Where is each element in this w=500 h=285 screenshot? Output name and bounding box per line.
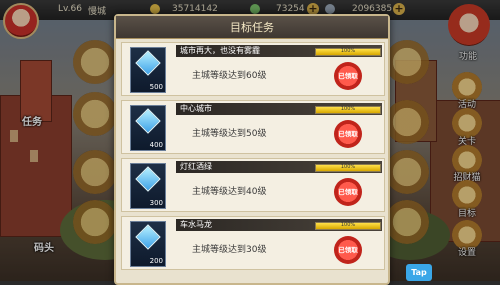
- claimed-button[interactable]: 已领取: [334, 120, 362, 148]
- reward-box: 300: [130, 163, 166, 209]
- dialog-title: 目标任务: [230, 21, 274, 34]
- task-row: 500 城市再大，也没有雾霾 100% 主城等级达到60级 已领取: [121, 42, 385, 96]
- task-name: 城市再大，也没有雾霾: [180, 46, 260, 55]
- task-header: 中心城市 100%: [176, 103, 382, 115]
- reward-count: 300: [149, 199, 163, 207]
- reward-box: 200: [130, 221, 166, 267]
- progress-text: 100%: [340, 164, 356, 170]
- reward-box: 500: [130, 47, 166, 93]
- task-description: 主城等级达到40级: [192, 187, 267, 197]
- diamond-reward-icon: [135, 166, 161, 192]
- task-header: 城市再大，也没有雾霾 100%: [176, 45, 382, 57]
- task-name: 车水马龙: [180, 220, 212, 229]
- claimed-button[interactable]: 已领取: [334, 178, 362, 206]
- claimed-button[interactable]: 已领取: [334, 62, 362, 90]
- diamond-reward-icon: [135, 108, 161, 134]
- task-name: 中心城市: [180, 104, 212, 113]
- task-row: 200 车水马龙 100% 主城等级达到30级 已领取: [121, 216, 385, 270]
- progress-text: 100%: [340, 222, 356, 228]
- reward-count: 200: [149, 257, 163, 265]
- task-header: 灯红酒绿 100%: [176, 161, 382, 173]
- progress-text: 100%: [340, 106, 356, 112]
- task-name: 灯红酒绿: [180, 162, 212, 171]
- progress-text: 100%: [340, 48, 356, 54]
- task-progress-bar: 100%: [315, 164, 381, 172]
- task-header: 车水马龙 100%: [176, 219, 382, 231]
- diamond-reward-icon: [135, 224, 161, 250]
- target-task-dialog: 目标任务 500 城市再大，也没有雾霾 100% 主城等级达到60级 已领取 4…: [114, 14, 390, 285]
- task-description: 主城等级达到60级: [192, 71, 267, 81]
- dialog-title-bar: 目标任务: [116, 16, 388, 39]
- reward-box: 400: [130, 105, 166, 151]
- tap-button[interactable]: Tap: [406, 264, 432, 281]
- task-row: 300 灯红酒绿 100% 主城等级达到40级 已领取: [121, 158, 385, 212]
- claimed-button[interactable]: 已领取: [334, 236, 362, 264]
- task-description: 主城等级达到30级: [192, 245, 267, 255]
- diamond-reward-icon: [135, 50, 161, 76]
- task-progress-bar: 100%: [315, 106, 381, 114]
- task-progress-bar: 100%: [315, 222, 381, 230]
- task-progress-bar: 100%: [315, 48, 381, 56]
- task-row: 400 中心城市 100% 主城等级达到50级 已领取: [121, 100, 385, 154]
- reward-count: 400: [149, 141, 163, 149]
- task-description: 主城等级达到50级: [192, 129, 267, 139]
- reward-count: 500: [149, 83, 163, 91]
